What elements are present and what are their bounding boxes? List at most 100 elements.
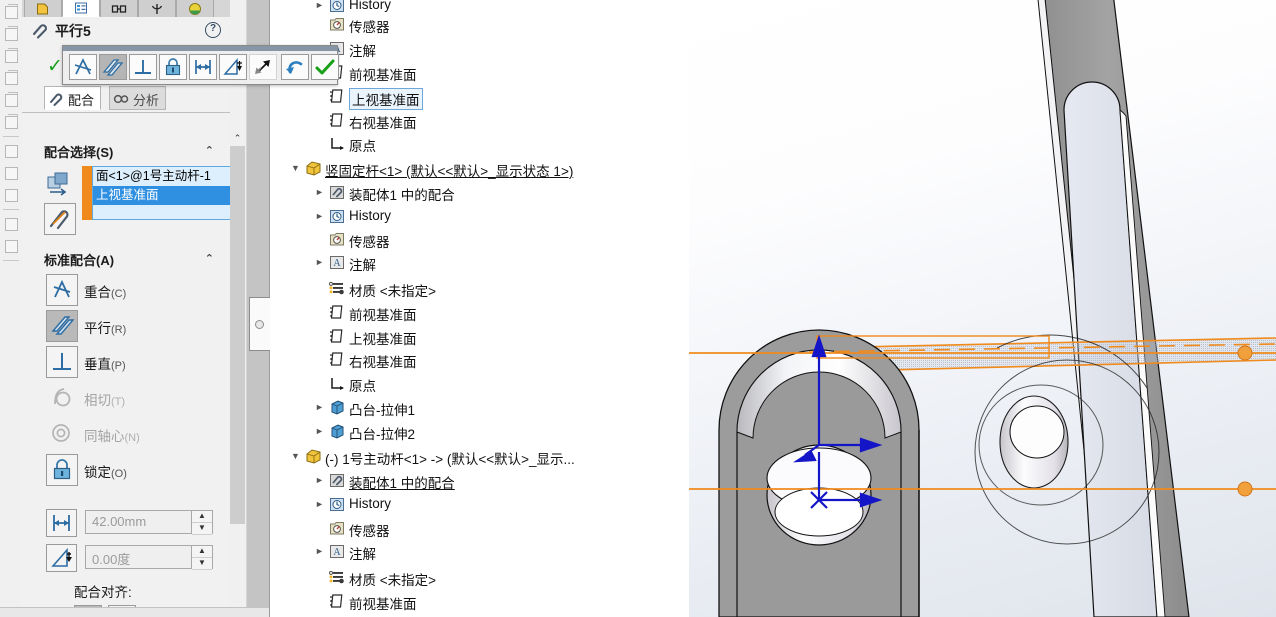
tab-mate[interactable]: 配合 <box>44 86 102 110</box>
chevron-right-icon[interactable]: ► <box>315 547 324 556</box>
dimxpert-manager-tab[interactable] <box>138 0 176 17</box>
popup-angle-button[interactable] <box>219 54 247 80</box>
chevron-down-icon[interactable]: ▼ <box>291 452 300 461</box>
rail-icon-3[interactable] <box>2 46 20 66</box>
rail-icon-1[interactable] <box>2 2 20 22</box>
chevron-right-icon[interactable]: ► <box>315 427 324 436</box>
rail-icon-2[interactable] <box>2 24 20 44</box>
chevron-down-icon[interactable]: ▼ <box>291 164 300 173</box>
tree-node-label: 原点 <box>349 379 376 394</box>
chevron-right-icon[interactable]: ► <box>315 258 324 267</box>
popup-align-button[interactable] <box>249 54 277 80</box>
display-manager-tab[interactable] <box>176 0 214 17</box>
annotation-icon: A <box>329 254 346 271</box>
rail-icon-doc-1[interactable] <box>2 214 20 234</box>
paperclip-icon <box>50 93 63 106</box>
origin-icon <box>329 135 346 152</box>
chevron-right-icon[interactable]: ► <box>315 403 324 412</box>
manager-tab-bar[interactable] <box>22 0 230 18</box>
coincident-button[interactable] <box>46 274 78 306</box>
chevron-right-icon[interactable]: ► <box>315 188 324 197</box>
configuration-icon <box>111 4 127 13</box>
parallel-icon <box>51 316 75 335</box>
tree-node-label: 注解 <box>349 547 376 562</box>
angle-field[interactable]: 0.00度 ▲ ▼ <box>85 545 213 570</box>
perpendicular-button[interactable] <box>46 346 78 378</box>
mate-coincident-label: 重合 <box>84 285 111 300</box>
popup-undo-button[interactable] <box>281 54 309 80</box>
distance-button[interactable] <box>46 509 77 537</box>
scroll-up-arrow[interactable]: ⌃ <box>230 130 245 146</box>
toolbar-drag-grip[interactable] <box>63 46 337 51</box>
angle-button[interactable] <box>46 544 77 572</box>
feature-manager-tree[interactable]: ►History传感器A注解前视基准面上视基准面右视基准面原点▼竖固定杆<1> … <box>269 0 689 617</box>
mate-parallel-row[interactable]: 平行(R) <box>22 308 230 344</box>
mate-perpendicular-key: (P) <box>111 360 126 372</box>
distance-field[interactable]: 42.00mm ▲ ▼ <box>85 510 213 535</box>
selection-faces-button[interactable] <box>44 168 76 200</box>
lock-icon <box>165 58 181 76</box>
page-title: 平行5 <box>55 23 91 39</box>
mate-selection-list[interactable]: 面<1>@1号主动杆-1 上视基准面 <box>92 166 230 220</box>
rail-icon-5[interactable] <box>2 90 20 110</box>
command-rail[interactable] <box>0 0 23 617</box>
selection-item-3[interactable] <box>93 205 230 224</box>
chevron-up-icon[interactable]: ⌃ <box>205 252 214 265</box>
tab-analysis[interactable]: 分析 <box>109 86 167 110</box>
rail-icon-tools[interactable] <box>2 163 20 183</box>
popup-parallel-button[interactable] <box>99 54 127 80</box>
tree-node-label: 传感器 <box>349 524 390 539</box>
chevron-right-icon[interactable]: ► <box>315 1 324 10</box>
feature-manager-tab[interactable] <box>24 0 62 17</box>
mate-selection-header[interactable]: 配合选择(S) ⌃ <box>22 140 230 162</box>
accept-check-icon[interactable]: ✓ <box>47 55 63 78</box>
tree-node-label: 竖固定杆<1> (默认<<默认>_显示状态 1>) <box>325 164 574 179</box>
popup-ok-button[interactable] <box>311 54 339 80</box>
scroll-thumb[interactable] <box>230 146 245 524</box>
popup-perpendicular-button[interactable] <box>129 54 157 80</box>
angle-spinner[interactable]: ▲ ▼ <box>191 546 212 570</box>
tree-node-label: 传感器 <box>349 235 390 250</box>
svg-text:A: A <box>333 547 341 558</box>
standard-mates-header[interactable]: 标准配合(A) ⌃ <box>22 248 230 270</box>
rail-icon-display[interactable] <box>2 185 20 205</box>
popup-lock-button[interactable] <box>159 54 187 80</box>
popup-coincident-button[interactable] <box>69 54 97 80</box>
chevron-right-icon[interactable]: ► <box>315 476 324 485</box>
chevron-right-icon[interactable]: ► <box>315 212 324 221</box>
parallel-button[interactable] <box>46 310 78 342</box>
mate-lock-row[interactable]: 锁定(O) <box>22 452 230 488</box>
popup-distance-button[interactable] <box>189 54 217 80</box>
mate-popup-toolbar[interactable] <box>62 45 339 85</box>
property-subtab-bar[interactable]: 配合 分析 <box>22 84 230 113</box>
panel-splitter[interactable] <box>247 0 270 617</box>
help-icon[interactable]: ? <box>205 22 221 38</box>
lock-icon <box>53 459 71 480</box>
tree-node-label: (-) 1号主动杆<1> -> (默认<<默认>_显示... <box>325 452 575 467</box>
rail-icon-select[interactable] <box>2 141 20 161</box>
rail-icon-doc-2[interactable] <box>2 236 20 256</box>
chevron-right-icon[interactable]: ► <box>315 500 324 509</box>
chevron-up-icon[interactable]: ⌃ <box>205 144 214 157</box>
distance-spinner[interactable]: ▲ ▼ <box>191 511 212 535</box>
mate-coincident-key: (C) <box>111 288 127 300</box>
selection-item-1[interactable]: 面<1>@1号主动杆-1 <box>93 167 230 186</box>
origin-icon <box>331 378 344 390</box>
rail-icon-6[interactable] <box>2 112 20 132</box>
mate-perpendicular-row[interactable]: 垂直(P) <box>22 344 230 380</box>
property-manager-scrollbar[interactable]: ⌃ <box>230 0 247 617</box>
align-arrows-icon <box>255 60 270 74</box>
origin-icon <box>331 138 344 150</box>
plane-icon <box>330 113 343 127</box>
plane-icon <box>330 352 343 366</box>
property-manager-tab[interactable] <box>62 0 100 17</box>
rail-divider-2 <box>3 209 19 210</box>
splitter-grab-handle[interactable] <box>255 320 264 329</box>
mate-coincident-row[interactable]: 重合(C) <box>22 272 230 308</box>
mate-reference-button[interactable] <box>44 203 76 235</box>
lock-button[interactable] <box>46 454 78 486</box>
selection-item-2[interactable]: 上视基准面 <box>93 186 230 205</box>
rail-icon-4[interactable] <box>2 68 20 88</box>
graphics-viewport[interactable]: Y <box>689 0 1276 617</box>
configuration-manager-tab[interactable] <box>100 0 138 17</box>
